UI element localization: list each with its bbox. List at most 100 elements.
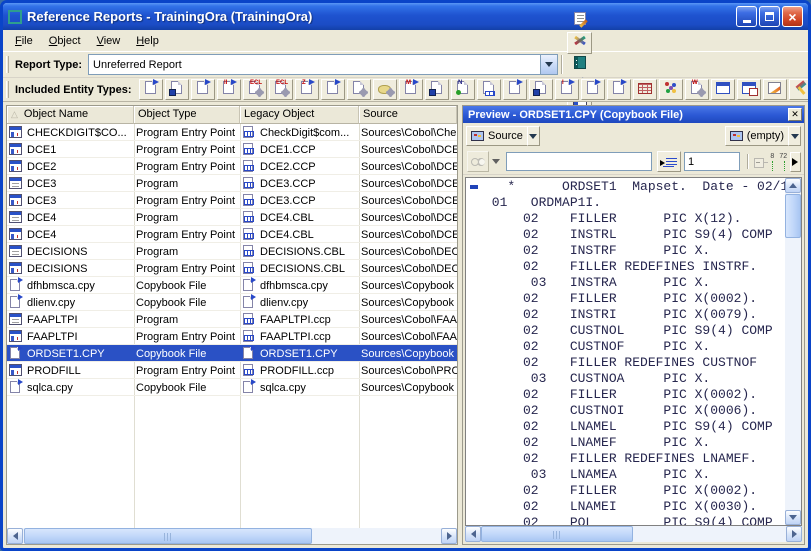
table-row[interactable]: DCE3Program Entry PointDCE3.CCPSources\C… bbox=[7, 192, 457, 209]
title-bar[interactable]: Reference Reports - TrainingOra (Trainin… bbox=[3, 3, 808, 30]
cell-object-type: Program Entry Point bbox=[134, 260, 240, 276]
table-hscrollbar[interactable] bbox=[7, 528, 457, 544]
scroll-down-button[interactable] bbox=[785, 510, 801, 525]
table-row[interactable]: DCE3ProgramDCE3.CCPSources\Cobol\DCE bbox=[7, 175, 457, 192]
context-button[interactable]: (empty) bbox=[725, 126, 789, 146]
cell-source: Sources\Cobol\DCE bbox=[359, 158, 457, 174]
entity-type-18-button[interactable] bbox=[581, 79, 605, 100]
find-input[interactable] bbox=[506, 152, 652, 171]
entity-type-5-button[interactable]: ECL bbox=[243, 79, 267, 100]
source-button[interactable]: Source bbox=[466, 126, 528, 146]
entity-type-17-button[interactable]: I bbox=[555, 79, 579, 100]
form-pen-icon bbox=[574, 12, 586, 30]
column-header-object-type[interactable]: Object Type bbox=[134, 106, 240, 124]
entity-type-3-button[interactable] bbox=[191, 79, 215, 100]
table-row[interactable]: dlienv.cpyCopybook Filedlienv.cpySources… bbox=[7, 294, 457, 311]
toolbar-grip[interactable] bbox=[6, 56, 9, 74]
entity-type-1-button[interactable] bbox=[139, 79, 163, 100]
app-window: Reference Reports - TrainingOra (Trainin… bbox=[0, 0, 811, 551]
column-header-legacy-object[interactable]: Legacy Object bbox=[240, 106, 359, 124]
cell-object-name: DCE4 bbox=[7, 209, 134, 225]
entity-type-21-button[interactable] bbox=[659, 79, 683, 100]
cell-source: Sources\Copybook bbox=[359, 379, 457, 395]
scrollbar-thumb[interactable] bbox=[481, 526, 633, 542]
menu-view[interactable]: View bbox=[89, 32, 129, 50]
toolbar-overflow-button[interactable] bbox=[790, 152, 801, 172]
line-number-input[interactable] bbox=[684, 152, 740, 171]
goto-line-button[interactable] bbox=[657, 151, 681, 172]
table-row[interactable]: sqlca.cpyCopybook Filesqlca.cpySources\C… bbox=[7, 379, 457, 396]
scroll-left-button[interactable] bbox=[7, 528, 23, 544]
entity-type-19-button[interactable] bbox=[607, 79, 631, 100]
notebook-button[interactable] bbox=[567, 54, 592, 76]
table-row[interactable]: DECISIONSProgram Entry PointDECISIONS.CB… bbox=[7, 260, 457, 277]
report-type-combobox[interactable]: Unreferred Report bbox=[88, 54, 558, 75]
form-pen-button[interactable] bbox=[567, 10, 592, 32]
table-row[interactable]: DECISIONSProgramDECISIONS.CBLSources\Cob… bbox=[7, 243, 457, 260]
table-row[interactable]: DCE2Program Entry PointDCE2.CCPSources\C… bbox=[7, 158, 457, 175]
entity-type-22-button[interactable]: W bbox=[685, 79, 709, 100]
menu-file[interactable]: File bbox=[7, 32, 41, 50]
page-gear-icon bbox=[353, 81, 364, 99]
entity-type-26-button[interactable] bbox=[789, 79, 808, 100]
code-hscrollbar[interactable] bbox=[465, 526, 802, 542]
arrow-right-icon bbox=[447, 532, 452, 540]
entity-type-13-button[interactable]: N bbox=[451, 79, 475, 100]
table-row[interactable]: DCE1Program Entry PointDCE1.CCPSources\C… bbox=[7, 141, 457, 158]
entity-type-2-button[interactable] bbox=[165, 79, 189, 100]
chevron-down-icon bbox=[791, 134, 799, 139]
scrollbar-thumb[interactable] bbox=[785, 194, 801, 238]
chevron-down-icon[interactable] bbox=[492, 159, 500, 164]
minimize-button[interactable] bbox=[736, 6, 757, 27]
find-button[interactable] bbox=[467, 151, 489, 172]
entity-type-4-button[interactable]: II bbox=[217, 79, 241, 100]
program-entry-point-icon bbox=[9, 160, 24, 173]
scroll-left-button[interactable] bbox=[465, 526, 481, 542]
table-row[interactable]: FAAPLTPIProgram Entry PointFAAPLTPI.ccpS… bbox=[7, 328, 457, 345]
menu-object[interactable]: Object bbox=[41, 32, 89, 50]
entity-type-8-button[interactable] bbox=[321, 79, 345, 100]
paint-tools-button[interactable] bbox=[567, 32, 592, 54]
entity-type-6-button[interactable]: ECL bbox=[269, 79, 293, 100]
close-icon: × bbox=[788, 10, 796, 24]
maximize-icon bbox=[765, 12, 774, 21]
entity-type-20-button[interactable] bbox=[633, 79, 657, 100]
entity-type-12-button[interactable] bbox=[425, 79, 449, 100]
entity-type-16-button[interactable] bbox=[529, 79, 553, 100]
report-type-dropdown-button[interactable] bbox=[540, 55, 557, 74]
preview-close-button[interactable]: ✕ bbox=[788, 108, 802, 121]
scroll-right-button[interactable] bbox=[786, 526, 802, 542]
table-row[interactable]: PRODFILLProgram Entry PointPRODFILL.ccpS… bbox=[7, 362, 457, 379]
table-row[interactable]: FAAPLTPIProgramFAAPLTPI.ccpSources\Cobol… bbox=[7, 311, 457, 328]
cell-source: Sources\Cobol\DCE bbox=[359, 141, 457, 157]
scroll-up-button[interactable] bbox=[785, 178, 801, 193]
code-vscrollbar[interactable] bbox=[785, 178, 801, 525]
entity-type-10-button[interactable] bbox=[373, 79, 397, 100]
entity-type-25-button[interactable] bbox=[763, 79, 787, 100]
entity-type-23-button[interactable] bbox=[711, 79, 735, 100]
code-viewer[interactable]: * ORDSET1 Mapset. Date - 02/1 01 ORDMAP1… bbox=[465, 177, 802, 526]
column-header-object-name[interactable]: △Object Name bbox=[7, 106, 134, 124]
menu-help[interactable]: Help bbox=[128, 32, 167, 50]
cell-object-type: Program Entry Point bbox=[134, 124, 240, 140]
program-entry-point-icon bbox=[9, 262, 24, 275]
table-row[interactable]: CHECKDIGIT$CO...Program Entry PointCheck… bbox=[7, 124, 457, 141]
entity-type-15-button[interactable] bbox=[503, 79, 527, 100]
scrollbar-thumb[interactable] bbox=[24, 528, 312, 544]
entity-type-24-button[interactable] bbox=[737, 79, 761, 100]
close-button[interactable]: × bbox=[782, 6, 803, 27]
entity-type-11-button[interactable]: M bbox=[399, 79, 423, 100]
table-row[interactable]: DCE4Program Entry PointDCE4.CBLSources\C… bbox=[7, 226, 457, 243]
entity-type-7-button[interactable]: Z bbox=[295, 79, 319, 100]
scroll-right-button[interactable] bbox=[441, 528, 457, 544]
table-row[interactable]: dfhbmsca.cpyCopybook Filedfhbmsca.cpySou… bbox=[7, 277, 457, 294]
entity-type-9-button[interactable] bbox=[347, 79, 371, 100]
toolbar-grip[interactable] bbox=[6, 81, 9, 97]
table-row[interactable]: DCE4ProgramDCE4.CBLSources\Cobol\DCE bbox=[7, 209, 457, 226]
table-row[interactable]: ORDSET1.CPYCopybook FileORDSET1.CPYSourc… bbox=[7, 345, 457, 362]
maximize-button[interactable] bbox=[759, 6, 780, 27]
column-header-source[interactable]: Source bbox=[359, 106, 457, 124]
context-dropdown-button[interactable] bbox=[788, 126, 801, 146]
entity-type-14-button[interactable] bbox=[477, 79, 501, 100]
source-dropdown-button[interactable] bbox=[527, 126, 540, 146]
